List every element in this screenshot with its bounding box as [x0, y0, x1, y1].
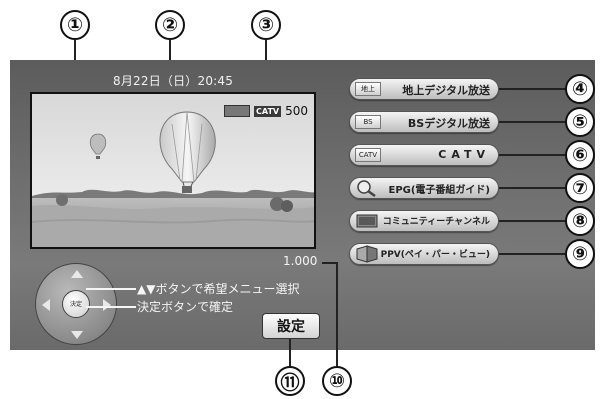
date-time-display: 8月22日（日）20:45 — [113, 74, 234, 88]
leader-line-11 — [289, 339, 291, 368]
catv-button[interactable]: CATV CATV — [349, 144, 499, 166]
callout-10: ⑩ — [322, 366, 352, 396]
channel-badge: CATV 500 — [224, 104, 308, 118]
menu-label: BSデジタル放送 — [407, 117, 490, 130]
menu-label: CATV — [438, 148, 490, 161]
callout-8: ⑧ — [565, 206, 595, 236]
tv-preview-window: CATV 500 — [30, 92, 316, 249]
right-arrow-icon[interactable] — [103, 299, 111, 311]
callout-7: ⑦ — [565, 173, 595, 203]
community-channel-button[interactable]: コミュニティーチャンネル — [349, 210, 499, 232]
settings-button[interactable]: 設定 — [262, 313, 320, 339]
callout-3: ③ — [251, 10, 281, 40]
leader-line-10-vertical — [336, 262, 338, 368]
catv-tag: CATV — [254, 105, 282, 117]
direction-pad[interactable]: 決定 — [35, 263, 117, 345]
callout-11: ⑪ — [275, 366, 305, 396]
up-arrow-icon[interactable] — [71, 270, 83, 278]
magnifier-icon — [357, 180, 376, 197]
callout-2: ② — [155, 10, 185, 40]
ppv-icon — [356, 245, 378, 263]
callout-5: ⑤ — [565, 107, 595, 137]
leader-line-4 — [499, 88, 566, 90]
callout-9: ⑨ — [565, 239, 595, 269]
help-confirm-text: 決定ボタンで確定 — [137, 300, 234, 314]
channel-number: 500 — [285, 104, 308, 118]
callout-1: ① — [60, 10, 90, 40]
leader-line-7 — [499, 187, 566, 189]
bs-digital-button[interactable]: BS BSデジタル放送 — [349, 111, 499, 133]
leader-line-8 — [499, 220, 566, 222]
catv-icon: CATV — [355, 148, 381, 162]
leader-line-5 — [499, 121, 566, 123]
help-pointer-2 — [86, 306, 136, 308]
terrestrial-icon: 地上 — [355, 82, 381, 96]
channel-swatch — [224, 105, 250, 117]
menu-label: PPV(ペイ・パー・ビュー) — [380, 250, 490, 260]
left-arrow-icon[interactable] — [42, 299, 50, 311]
bs-icon: BS — [355, 115, 381, 129]
menu-label: EPG(電子番組ガイド) — [388, 185, 490, 196]
help-select-text: ▲▼ボタンで希望メニュー選択 — [137, 282, 300, 296]
leader-line-9 — [499, 253, 566, 255]
scale-readout: 1.000 — [283, 254, 318, 268]
leader-line-6 — [499, 154, 566, 156]
callout-4: ④ — [565, 74, 595, 104]
ppv-button[interactable]: PPV(ペイ・パー・ビュー) — [349, 243, 499, 265]
menu-label: コミュニティーチャンネル — [382, 217, 490, 227]
enter-button[interactable]: 決定 — [62, 290, 90, 318]
menu-label: 地上デジタル放送 — [402, 84, 490, 97]
help-pointer-1 — [86, 288, 136, 290]
terrestrial-digital-button[interactable]: 地上 地上デジタル放送 — [349, 78, 499, 100]
community-icon — [356, 214, 378, 228]
epg-button[interactable]: EPG(電子番組ガイド) — [349, 177, 499, 199]
callout-6: ⑥ — [565, 140, 595, 170]
down-arrow-icon[interactable] — [71, 331, 83, 339]
